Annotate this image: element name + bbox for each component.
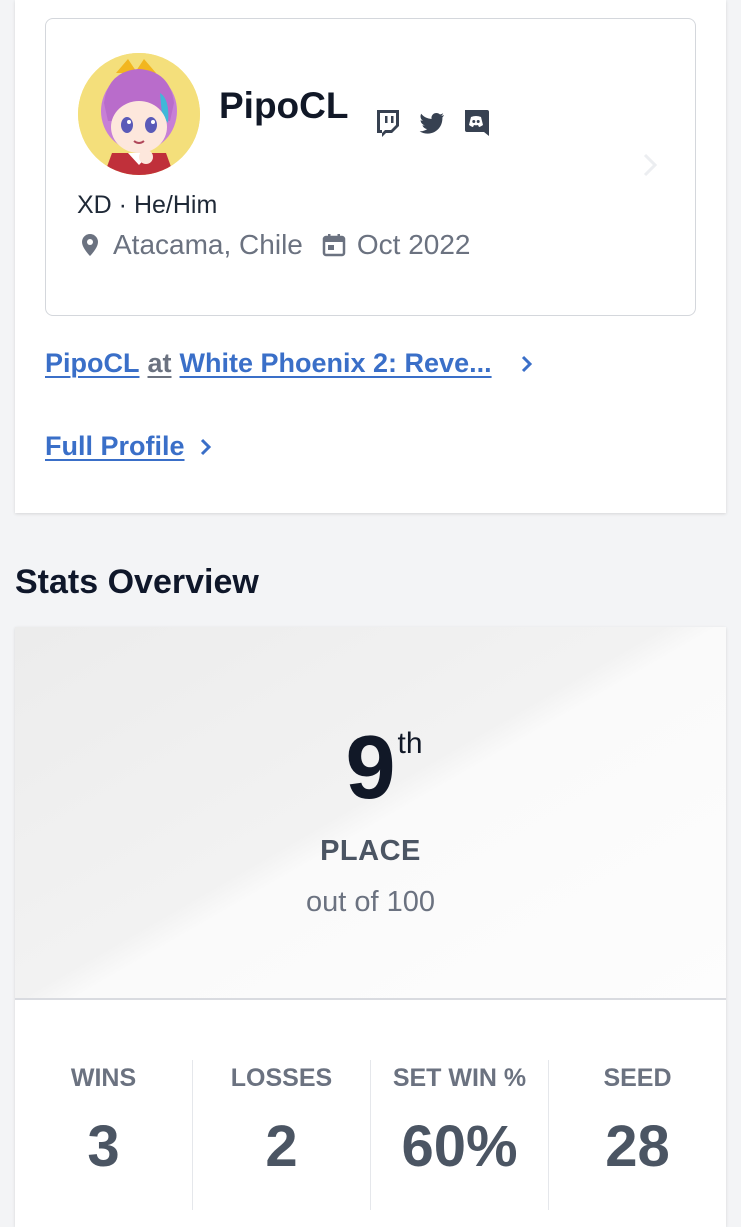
stat-value: 28: [605, 1114, 670, 1179]
stats-overview-heading: Stats Overview: [15, 563, 259, 601]
avatar-image: [78, 53, 200, 175]
place-ordinal: th: [397, 727, 423, 760]
chevron-right-icon: [200, 438, 211, 455]
event-link[interactable]: White Phoenix 2: Reve...: [180, 348, 492, 379]
stat-seed: SEED 28: [549, 1060, 726, 1210]
stats-card: 9 th PLACE out of 100 WINS 3 LOSSES 2 SE…: [15, 627, 726, 1227]
stats-row: WINS 3 LOSSES 2 SET WIN % 60% SEED 28: [15, 1060, 726, 1210]
stat-label: SEED: [603, 1064, 672, 1092]
location-text: Atacama, Chile: [113, 229, 303, 260]
avatar: [78, 53, 200, 175]
social-links: [373, 107, 491, 137]
stat-value: 3: [87, 1114, 120, 1179]
twitch-icon[interactable]: [373, 107, 403, 137]
entrant-link[interactable]: PipoCL at White Phoenix 2: Reve...: [45, 348, 536, 379]
joined-date-text: Oct 2022: [356, 229, 471, 260]
meta-row: Atacama, Chile Oct 2022: [77, 229, 471, 261]
stat-label: LOSSES: [230, 1064, 333, 1092]
stat-label: SET WIN %: [392, 1064, 527, 1092]
place-out-of: out of 100: [306, 886, 435, 918]
place-number-value: 9: [345, 718, 396, 818]
placement-number: 9 th: [15, 723, 726, 813]
stat-label: WINS: [70, 1064, 137, 1092]
player-name: PipoCL: [219, 85, 349, 126]
twitter-icon[interactable]: [417, 107, 447, 137]
entrant-at-text: at: [147, 348, 172, 378]
stat-set-win-percent: SET WIN % 60%: [371, 1060, 549, 1210]
chevron-right-icon: [521, 355, 532, 372]
full-profile-link[interactable]: Full Profile: [45, 431, 215, 462]
pronouns-text: XD · He/Him: [77, 191, 218, 219]
profile-section: PipoCL XD · He/Him Atacama, Chile Oct 20…: [15, 0, 726, 513]
discord-icon[interactable]: [461, 107, 491, 137]
full-profile-label[interactable]: Full Profile: [45, 431, 185, 462]
stat-losses: LOSSES 2: [193, 1060, 371, 1210]
stat-wins: WINS 3: [15, 1060, 193, 1210]
stat-value: 2: [265, 1114, 298, 1179]
chevron-right-icon: [643, 153, 658, 177]
stat-value: 60%: [401, 1114, 518, 1179]
calendar-icon: [322, 234, 346, 257]
entrant-player-link[interactable]: PipoCL: [45, 348, 140, 379]
place-label: PLACE: [320, 835, 421, 867]
placement-panel: 9 th PLACE out of 100: [15, 627, 726, 1000]
player-card[interactable]: PipoCL XD · He/Him Atacama, Chile Oct 20…: [45, 18, 696, 316]
location-pin-icon: [82, 234, 98, 256]
